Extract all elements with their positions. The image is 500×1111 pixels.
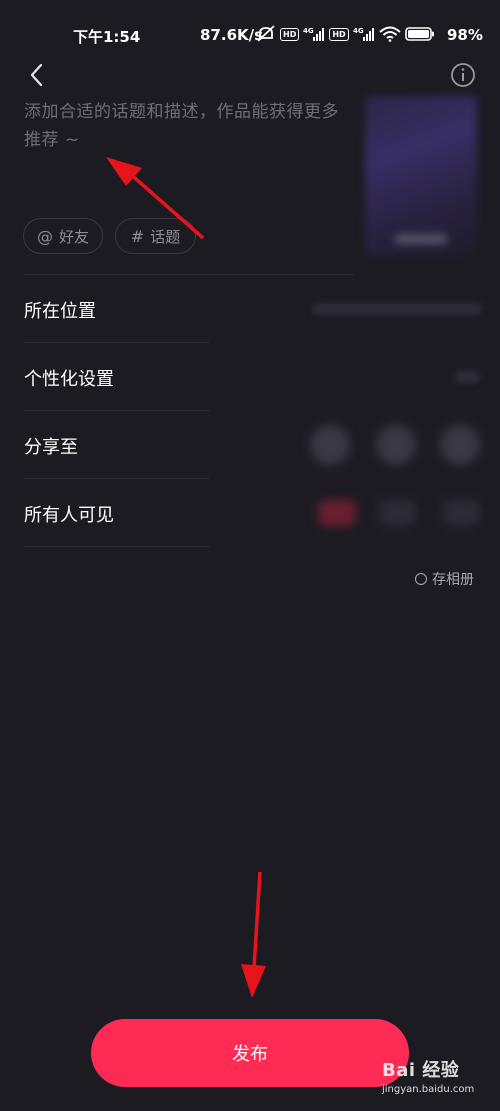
status-icons: HD 4G HD 4G [256,24,435,44]
battery-percentage: 98% [447,26,483,44]
location-value-blurred [312,303,482,315]
setting-label: 分享至 [24,437,78,458]
mute-icon [257,25,275,42]
signal-4g-icon: 4G [303,27,325,41]
visibility-option[interactable] [442,500,480,526]
wifi-icon [379,26,401,42]
setting-row-visibility[interactable]: 所有人可见 [0,479,500,547]
setting-row-personalization[interactable]: 个性化设置 [0,343,500,411]
chevron-right-icon [455,371,480,383]
signal-4g-icon: 4G [353,27,374,41]
save-to-album-label: 存相册 [432,572,474,588]
hd-icon: HD [280,27,300,41]
battery-icon [404,27,434,41]
video-cover-thumbnail[interactable] [365,96,477,256]
watermark-url: jingyan.baidu.com [382,1084,475,1095]
add-topic-label: 话题 [150,227,181,246]
setting-row-share[interactable]: 分享至 [0,411,500,479]
publish-label: 发布 [232,1044,268,1065]
info-icon [451,63,475,87]
radio-icon [415,573,427,585]
svg-text:4G: 4G [353,27,364,35]
status-time: 下午1:54 [73,28,141,46]
share-target-icon[interactable] [440,425,480,465]
annotation-arrow-icon [241,871,266,998]
back-button[interactable] [26,60,50,90]
svg-text:4G: 4G [303,27,314,35]
mention-friends-label: 好友 [58,227,89,246]
share-target-icon[interactable] [310,425,350,465]
publish-button[interactable]: 发布 [91,1019,409,1087]
network-speed: 87.6K/s [200,26,264,44]
add-topic-button[interactable]: # 话题 [115,218,196,254]
visibility-option-selected[interactable] [318,500,356,526]
hashtag-icon: # [130,226,145,246]
setting-label: 所有人可见 [24,505,114,526]
setting-label: 所在位置 [24,301,96,322]
setting-label: 个性化设置 [24,369,114,390]
share-target-icon[interactable] [376,425,416,465]
hd-icon: HD [329,27,349,41]
save-to-album-toggle[interactable]: 存相册 [415,569,474,589]
baidu-jingyan-watermark: Bai 经验 jingyan.baidu.com [382,1056,492,1106]
mention-friends-button[interactable]: @ 好友 [23,218,103,254]
at-icon: @ [36,226,53,246]
description-input[interactable]: 添加合适的话题和描述，作品能获得更多推荐 ~ [24,98,354,168]
visibility-option[interactable] [378,500,416,526]
chevron-left-icon [30,63,43,87]
info-button[interactable] [450,62,476,88]
watermark-main: Bai 经验 [382,1060,460,1081]
status-bar: 下午1:54 87.6K/s HD 4G HD 4G 98% [0,0,500,66]
cover-edit-label [395,234,447,244]
divider [24,546,210,547]
setting-row-location[interactable]: 所在位置 [0,275,500,343]
